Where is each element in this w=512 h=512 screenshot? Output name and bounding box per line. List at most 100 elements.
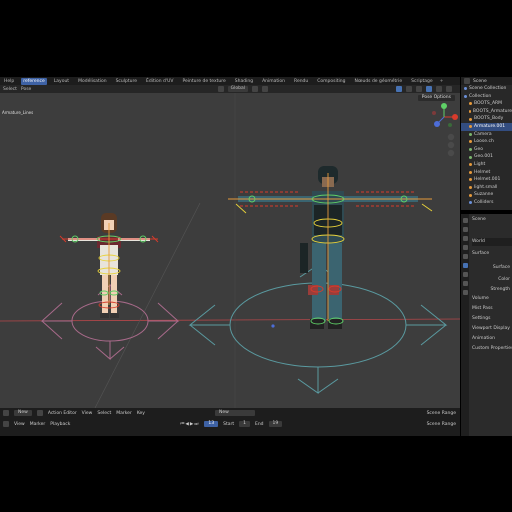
- new-action-button[interactable]: New: [214, 410, 255, 416]
- object-type-icon: [469, 155, 472, 159]
- outliner-item[interactable]: Helmet: [461, 169, 512, 177]
- 3d-cursor[interactable]: [271, 324, 275, 328]
- new-view-button[interactable]: New: [14, 410, 32, 416]
- timeline-view-menu[interactable]: View: [14, 422, 25, 427]
- object-tab-icon[interactable]: [462, 272, 468, 277]
- surface-section[interactable]: Surface: [472, 250, 512, 258]
- volume-section[interactable]: Volume: [472, 295, 512, 303]
- snap-icon[interactable]: [262, 86, 268, 92]
- outliner-item[interactable]: Geo.001: [461, 153, 512, 161]
- outliner-item-label: BOOTS_Armature: [472, 108, 512, 114]
- tab-geometry-nodes[interactable]: Nœuds de géométrie: [353, 78, 405, 85]
- pose-menu[interactable]: Pose: [21, 87, 31, 92]
- animation-section[interactable]: Animation: [472, 335, 512, 343]
- outliner-item[interactable]: Scene Collection: [461, 85, 512, 93]
- modifier-tab-icon[interactable]: [462, 281, 468, 286]
- view-menu[interactable]: View: [82, 411, 93, 416]
- settings-section[interactable]: Settings: [472, 315, 512, 323]
- tab-sculpture[interactable]: Sculpture: [114, 78, 139, 85]
- viewport-display-section[interactable]: Viewport Display: [472, 325, 512, 333]
- wireframe-shading-icon[interactable]: [416, 86, 422, 92]
- select-menu-timeline[interactable]: Select: [97, 411, 111, 416]
- timeline-marker-menu[interactable]: Marker: [30, 422, 46, 427]
- world-tab-icon[interactable]: [462, 263, 468, 268]
- tab-rendering[interactable]: Rendu: [292, 78, 310, 85]
- tab-modelisation[interactable]: Modélisation: [76, 78, 108, 85]
- outliner-item[interactable]: BOOTS_Armature: [461, 108, 512, 116]
- outliner-item[interactable]: Armature.001: [461, 122, 512, 131]
- outliner-item-label: light.small: [474, 184, 498, 190]
- tab-layout[interactable]: Layout: [52, 78, 71, 85]
- physics-tab-icon[interactable]: [462, 290, 468, 295]
- outliner-item[interactable]: Suzanne: [461, 191, 512, 199]
- surface-field[interactable]: Surface: [472, 264, 512, 272]
- tab-shading[interactable]: Shading: [233, 78, 255, 85]
- tab-scripting[interactable]: Scriptage: [409, 78, 434, 85]
- timeline-area: New Action Editor View Select Marker Key…: [0, 408, 460, 436]
- outliner-item-label: Suzanne: [474, 192, 494, 198]
- outliner-item-label: Armature.001: [474, 123, 506, 129]
- mist-pass-section[interactable]: Mist Pass: [472, 305, 512, 313]
- render-tab-icon[interactable]: [462, 227, 468, 232]
- material-shading-icon[interactable]: [436, 86, 442, 92]
- properties-tabs: [461, 214, 469, 436]
- outliner-item[interactable]: Loose.ch: [461, 138, 512, 146]
- orientation-dropdown[interactable]: Global: [227, 86, 248, 92]
- pivot-icon[interactable]: [252, 86, 258, 92]
- transform-orientation-icon[interactable]: [217, 86, 224, 92]
- strength-field[interactable]: Strength: [472, 286, 512, 294]
- outliner-item[interactable]: Colliders: [461, 199, 512, 207]
- 3d-viewport[interactable]: Armature_Lines Pose Options: [0, 93, 460, 408]
- action-editor-dropdown[interactable]: Action Editor: [48, 411, 77, 416]
- key-menu[interactable]: Key: [137, 411, 145, 416]
- marker-menu[interactable]: Marker: [116, 411, 132, 416]
- menu-help[interactable]: Help: [2, 78, 16, 85]
- current-frame-field[interactable]: 13: [204, 421, 219, 427]
- tab-layout-active[interactable]: reference: [21, 77, 47, 85]
- end-frame-field[interactable]: 19: [268, 421, 283, 427]
- object-type-icon: [469, 117, 472, 121]
- outliner-item[interactable]: BOOTS_Body: [461, 115, 512, 123]
- left-root-control[interactable]: [40, 283, 180, 361]
- outliner-item[interactable]: Light: [461, 161, 512, 169]
- tab-animation[interactable]: Animation: [260, 78, 287, 85]
- navigation-gizmo[interactable]: [432, 103, 458, 127]
- top-menu-bar: Help reference Layout Modélisation Sculp…: [0, 77, 460, 85]
- custom-properties-section[interactable]: Custom Properties: [472, 345, 512, 353]
- outliner-item[interactable]: Collection: [461, 93, 512, 101]
- view-layer-tab-icon[interactable]: [462, 245, 468, 250]
- pose-options-button[interactable]: Pose Options: [417, 95, 455, 101]
- color-field[interactable]: Color: [472, 276, 512, 284]
- tab-compositing[interactable]: Compositing: [315, 78, 347, 85]
- chibi-bones: [59, 223, 159, 309]
- rendered-shading-icon[interactable]: [446, 86, 452, 92]
- scene-selector[interactable]: Scene: [473, 79, 487, 84]
- world-selector[interactable]: World: [472, 238, 512, 246]
- dopesheet-icon[interactable]: [36, 410, 43, 416]
- object-type-icon: [469, 110, 471, 114]
- outliner-item[interactable]: light.small: [461, 184, 512, 192]
- start-frame-field[interactable]: 1: [239, 421, 250, 427]
- overlay-icon[interactable]: [396, 86, 402, 92]
- playback-menu[interactable]: Playback: [50, 422, 70, 427]
- solid-shading-icon[interactable]: [426, 86, 432, 92]
- view-tools[interactable]: [447, 133, 455, 157]
- props-scene-label: Scene: [472, 217, 486, 222]
- timeline-type-icon[interactable]: [3, 421, 9, 427]
- scene-range-label-2: Scene Range: [426, 421, 456, 427]
- tab-texture-paint[interactable]: Peinture de texture: [180, 78, 227, 85]
- outliner-item[interactable]: Camera: [461, 131, 512, 139]
- xray-icon[interactable]: [406, 86, 412, 92]
- playback-controls-icon[interactable]: ⏮◀▶⏭: [180, 421, 199, 427]
- editor-type-icon[interactable]: [3, 410, 9, 416]
- tab-uv-editing[interactable]: Édition d'UV: [144, 78, 175, 85]
- outliner-item[interactable]: BOOTS_ARM: [461, 100, 512, 108]
- scene-tab-icon[interactable]: [462, 254, 468, 259]
- output-tab-icon[interactable]: [462, 236, 468, 241]
- tool-tab-icon[interactable]: [462, 218, 468, 223]
- outliner-item-label: Collection: [469, 93, 492, 99]
- select-menu[interactable]: Select: [3, 87, 17, 92]
- add-workspace-button[interactable]: +: [440, 79, 444, 84]
- outliner-item[interactable]: Helmet.001: [461, 176, 512, 184]
- outliner-item[interactable]: Geo: [461, 146, 512, 154]
